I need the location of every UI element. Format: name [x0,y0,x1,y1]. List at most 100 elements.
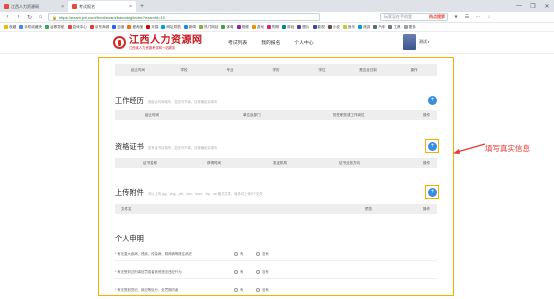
close-tab-icon[interactable]: × [129,4,132,10]
add-attachment-button[interactable]: + [428,188,437,197]
nav-exam-list[interactable]: 考试列表 [228,39,247,46]
bookmark-item[interactable]: 京东商城 [89,24,110,30]
column-header: 获得时间 [207,160,221,165]
more-icon[interactable]: ⋯ [474,13,482,21]
bookmark-item[interactable]: 天猫 [146,25,158,30]
download-icon[interactable]: ↓ [485,13,493,21]
bookmark-item[interactable]: 影视 [312,24,325,30]
bookmark-item[interactable]: 网址导航 [161,25,181,30]
bookmark-favicon-icon [4,25,8,29]
column-header: 学位 [318,67,326,72]
bookmark-item[interactable]: 手机收藏夹 [19,25,42,30]
bookmark-item[interactable]: 百度 [112,25,124,30]
bookmark-label: 影视 [317,24,325,29]
radio-icon [234,251,238,256]
column-header: 操作 [423,112,430,117]
bookmark-favicon-icon [282,25,287,29]
declaration-item: * 有无受到党纪、政纪等处分，处罚期内者 [115,288,179,292]
bookmark-favicon-icon [67,25,72,29]
bookmark-item[interactable]: 热门网站 [199,25,218,30]
bookmark-item[interactable]: 图片 [297,25,310,30]
site-header: 江西人力资源网 江西省人力资源考试网一站服务 考试列表 我的报名 个人中心 测试 [0,32,554,54]
bookmark-item[interactable]: 财经 [282,25,294,30]
work-table-header: 起止时间 单位及部门 担任职务或工作岗位 操作 [115,110,437,120]
forward-icon[interactable]: › [15,14,22,20]
nav-my-registration[interactable]: 我的报名 [261,39,280,46]
declaration-option-yes[interactable]: 有 [234,269,243,274]
hot-search-button[interactable]: 热点搜索 [429,14,445,20]
maximize-icon[interactable]: ❐ [526,0,540,12]
add-certificate-button[interactable]: + [428,142,437,151]
username: 测试 [419,39,429,45]
radio-icon [234,269,238,274]
logo-emblem-icon [113,36,126,49]
declaration-option-yes[interactable]: 有 [234,287,243,292]
bookmark-item[interactable]: 小说 [327,25,340,30]
logo-title: 江西人力资源网 [129,35,203,46]
radio-icon [256,251,260,256]
back-icon[interactable]: ‹ [4,14,11,20]
user-menu[interactable]: 测试 [403,34,429,50]
menu-icon[interactable]: ☰ [463,13,471,21]
bookmark-item[interactable]: 更多 [403,25,416,30]
education-table-header: 起止时间 学校 专业 学历 学位 是否全日制 操作 [115,64,437,76]
declaration-option-yes[interactable]: 有 [234,251,243,256]
bookmark-item[interactable]: 游戏中心 [67,24,87,30]
browser-toolbar: ★ ☰ ⋯ ↓ [452,13,493,21]
bookmark-item[interactable]: 购物 [266,24,280,30]
add-work-button[interactable]: + [428,96,437,105]
divider [115,260,437,261]
bookmark-item[interactable]: 新闻 [183,24,196,30]
favorite-icon[interactable]: ★ [452,13,460,21]
bookmark-item[interactable]: 工具 [388,25,401,30]
browser-tab-2[interactable]: 考试报名 × [68,1,136,12]
declaration-option-no[interactable]: 没有 [256,269,269,274]
site-logo[interactable]: 江西人力资源网 江西省人力资源考试网一站服务 [113,35,203,50]
column-header: 操作 [423,160,430,165]
certificate-table-header: 证书名称 获得时间 发证机构 证书业务方向 操作 [115,158,437,168]
option-label: 有 [240,288,244,292]
bookmark-label: 新闻 [188,24,196,29]
declaration-item: * 有无重大疾病、残疾、传染病、精神病等既往病史 [115,252,192,256]
bookmark-label: 游戏中心 [72,24,87,29]
bookmark-item[interactable]: 爱淘宝 [127,25,143,30]
bookmark-label: 视频 [241,24,249,29]
bookmark-item[interactable]: 视频 [236,24,249,30]
column-header: 操作 [423,206,430,211]
declaration-option-no[interactable]: 没有 [256,251,269,256]
close-tab-icon[interactable]: × [61,4,64,10]
new-tab-button[interactable]: + [136,1,148,12]
bookmark-item[interactable]: 收藏 [4,25,16,30]
bookmark-favicon-icon [221,25,226,29]
nav-personal-center[interactable]: 个人中心 [294,39,313,46]
bookmark-item[interactable]: 谷歌导航 [45,25,65,30]
bookmark-item[interactable]: 体育 [221,25,234,30]
declaration-option-no[interactable]: 没有 [256,287,269,292]
column-header: 预览 [365,206,372,211]
minimize-icon[interactable]: — [512,0,526,12]
bookmark-favicon-icon [127,25,132,29]
refresh-icon[interactable]: ↻ [26,14,33,21]
bookmark-item[interactable]: 旅游 [358,25,370,30]
home-icon[interactable]: ⌂ [37,14,44,20]
radio-icon [234,287,238,292]
bookmark-favicon-icon [161,25,166,29]
close-window-icon[interactable]: ✕ [540,0,554,12]
bookmark-favicon-icon [373,25,378,29]
bookmark-item[interactable]: 音乐 [342,25,355,30]
bookmark-label: 京东商城 [94,24,110,29]
bookmark-item[interactable]: 游戏 [251,25,264,30]
browser-search-input[interactable]: 玩家没在手机里 热点搜索 [380,13,448,21]
radio-icon [256,287,260,292]
radio-icon [256,269,260,274]
address-bar[interactable]: 🔒 https://exam.jxrl.com/front/exam/baomi… [48,13,320,21]
bookmark-item[interactable]: 汽车 [373,25,385,30]
bookmark-label: 购物 [271,24,280,29]
browser-navbar: ‹ › ↻ ⌂ 🔒 https://exam.jxrl.com/front/ex… [0,12,554,23]
bookmark-favicon-icon [146,25,151,29]
bookmark-favicon-icon [388,25,393,29]
browser-tab-1[interactable]: 江西人力资源网 × [0,1,68,12]
site-favicon-icon [72,4,77,9]
annotation-arrow-icon [453,143,486,154]
column-header: 证书名称 [143,160,157,165]
